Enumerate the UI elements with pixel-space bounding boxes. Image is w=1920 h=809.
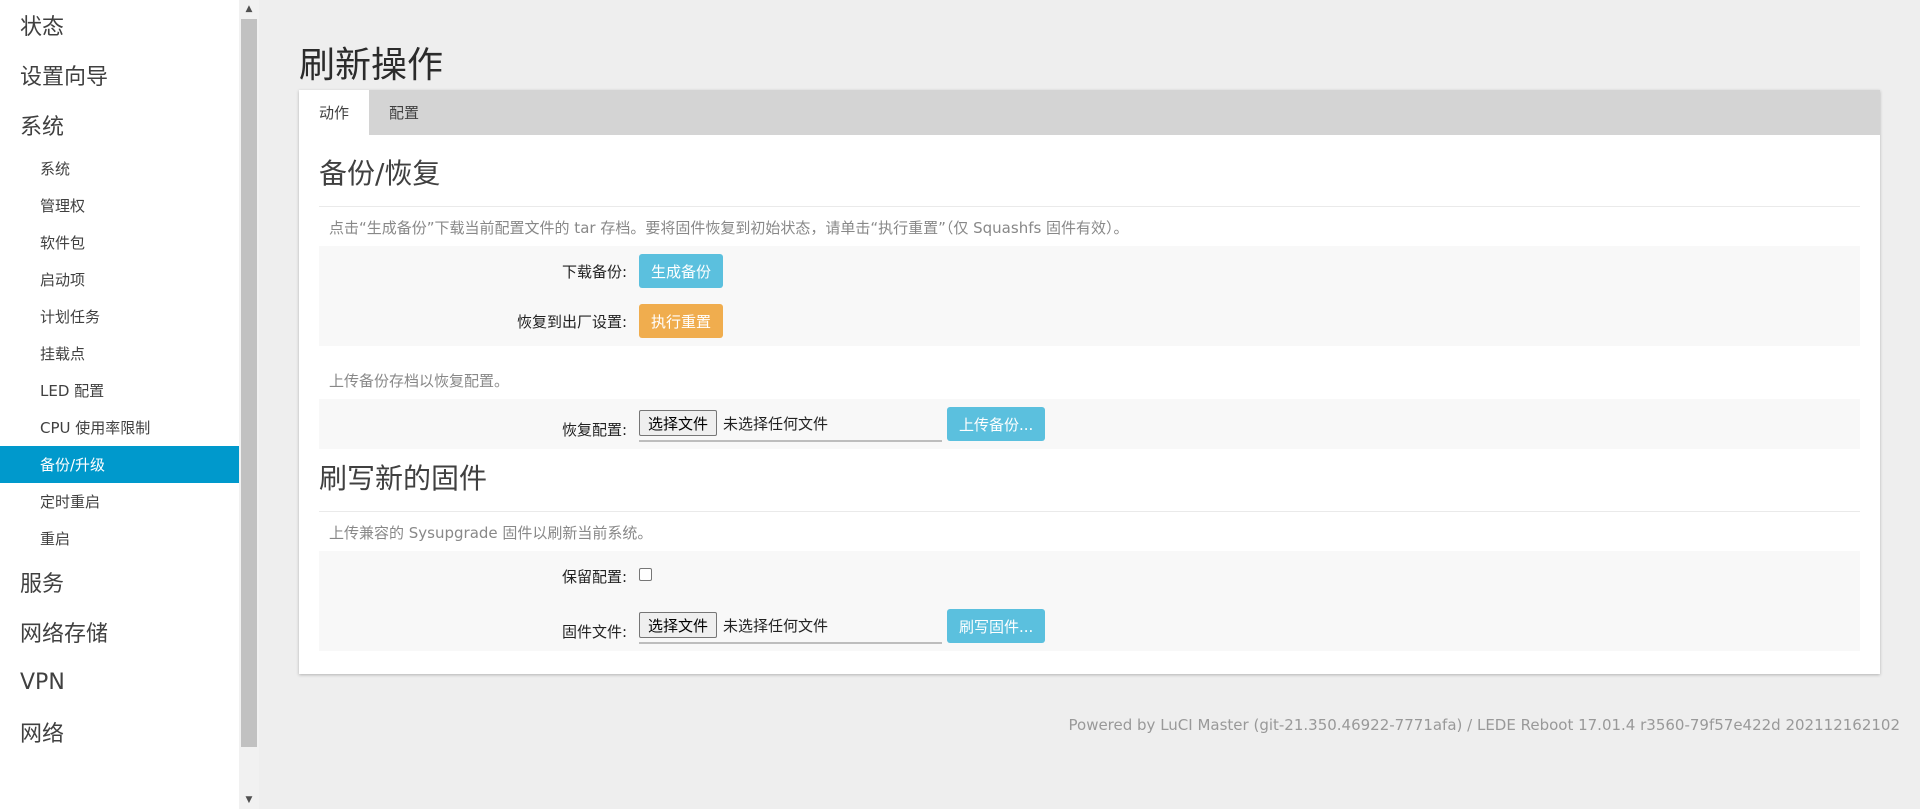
main-content: 刷新操作 动作 配置 备份/恢复 点击“生成备份”下载当前配置文件的 tar 存…: [259, 0, 1920, 809]
scroll-thumb[interactable]: [241, 19, 257, 747]
tab-configuration[interactable]: 配置: [369, 90, 439, 135]
download-backup-label: 下载备份:: [561, 262, 627, 281]
nav-sub-admin[interactable]: 管理权: [0, 187, 239, 224]
sidebar-scrollbar[interactable]: ▲ ▼: [239, 0, 259, 809]
nav-sub-packages[interactable]: 软件包: [0, 224, 239, 261]
firmware-file-row: 固件文件: 选择文件 未选择任何文件 刷写固件...: [319, 601, 1860, 651]
flash-firmware-button[interactable]: 刷写固件...: [947, 609, 1046, 643]
restore-rows: 恢复配置: 选择文件 未选择任何文件 上传备份...: [319, 399, 1860, 449]
keep-settings-checkbox[interactable]: [639, 567, 652, 581]
flash-description: 上传兼容的 Sysupgrade 固件以刷新当前系统。: [329, 524, 653, 542]
factory-reset-label: 恢复到出厂设置:: [516, 312, 627, 331]
nav-system[interactable]: 系统: [0, 100, 239, 150]
nav-sub-mounts[interactable]: 挂载点: [0, 335, 239, 372]
nav-sub-startup[interactable]: 启动项: [0, 261, 239, 298]
firmware-file-input[interactable]: 选择文件 未选择任何文件: [639, 608, 942, 644]
sidebar: 状态 设置向导 系统 系统 管理权 软件包 启动项 计划任务 挂载点 LED 配…: [0, 0, 239, 809]
firmware-file-label: 固件文件:: [561, 622, 627, 641]
nav-nas[interactable]: 网络存储: [0, 607, 239, 657]
tab-bar: 动作 配置: [299, 90, 1880, 135]
perform-reset-button[interactable]: 执行重置: [639, 304, 724, 338]
nav-vpn[interactable]: VPN: [0, 657, 239, 707]
firmware-no-file-text: 未选择任何文件: [723, 616, 829, 635]
restore-no-file-text: 未选择任何文件: [723, 414, 829, 433]
tab-actions[interactable]: 动作: [299, 90, 370, 135]
restore-choose-file-button[interactable]: 选择文件: [639, 410, 718, 436]
scroll-up-arrow-icon[interactable]: ▲: [239, 0, 259, 18]
keep-settings-row: 保留配置:: [319, 551, 1860, 601]
nav-sub-crontab[interactable]: 计划任务: [0, 298, 239, 335]
factory-reset-row: 恢复到出厂设置: 执行重置: [319, 296, 1860, 346]
flash-rows: 保留配置: 固件文件: 选择文件 未选择任何文件 刷写固件...: [319, 551, 1860, 651]
generate-backup-button[interactable]: 生成备份: [639, 254, 724, 288]
main-panel: 动作 配置 备份/恢复 点击“生成备份”下载当前配置文件的 tar 存档。要将固…: [299, 90, 1880, 674]
keep-settings-label: 保留配置:: [561, 567, 627, 586]
backup-section-title: 备份/恢复: [319, 152, 1860, 207]
nav-setup-wizard[interactable]: 设置向导: [0, 50, 239, 100]
nav-sub-reboot[interactable]: 重启: [0, 520, 239, 557]
nav-status[interactable]: 状态: [0, 0, 239, 50]
upload-backup-button[interactable]: 上传备份...: [947, 407, 1046, 441]
page-title: 刷新操作: [299, 45, 444, 86]
nav-network[interactable]: 网络: [0, 707, 239, 757]
backup-description: 点击“生成备份”下载当前配置文件的 tar 存档。要将固件恢复到初始状态，请单击…: [329, 219, 1129, 237]
scroll-down-arrow-icon[interactable]: ▼: [239, 791, 259, 809]
restore-config-label: 恢复配置:: [561, 420, 627, 439]
download-backup-row: 下载备份: 生成备份: [319, 246, 1860, 296]
nav-services[interactable]: 服务: [0, 557, 239, 607]
footer-powered-by: Powered by LuCI Master (git-21.350.46922…: [1068, 716, 1901, 734]
restore-file-input[interactable]: 选择文件 未选择任何文件: [639, 406, 942, 442]
backup-section: 备份/恢复 点击“生成备份”下载当前配置文件的 tar 存档。要将固件恢复到初始…: [319, 152, 1860, 449]
firmware-choose-file-button[interactable]: 选择文件: [639, 612, 718, 638]
nav-sub-cpu-limit[interactable]: CPU 使用率限制: [0, 409, 239, 446]
flash-section: 刷写新的固件 上传兼容的 Sysupgrade 固件以刷新当前系统。 保留配置:…: [319, 457, 1860, 651]
nav-sub-system[interactable]: 系统: [0, 150, 239, 187]
nav-sub-led[interactable]: LED 配置: [0, 372, 239, 409]
nav-sub-timed-reboot[interactable]: 定时重启: [0, 483, 239, 520]
restore-config-row: 恢复配置: 选择文件 未选择任何文件 上传备份...: [319, 399, 1860, 449]
upload-description: 上传备份存档以恢复配置。: [329, 372, 510, 390]
flash-section-title: 刷写新的固件: [319, 457, 1860, 512]
backup-rows: 下载备份: 生成备份 恢复到出厂设置: 执行重置: [319, 246, 1860, 346]
nav-sub-backup-upgrade[interactable]: 备份/升级: [0, 446, 239, 483]
